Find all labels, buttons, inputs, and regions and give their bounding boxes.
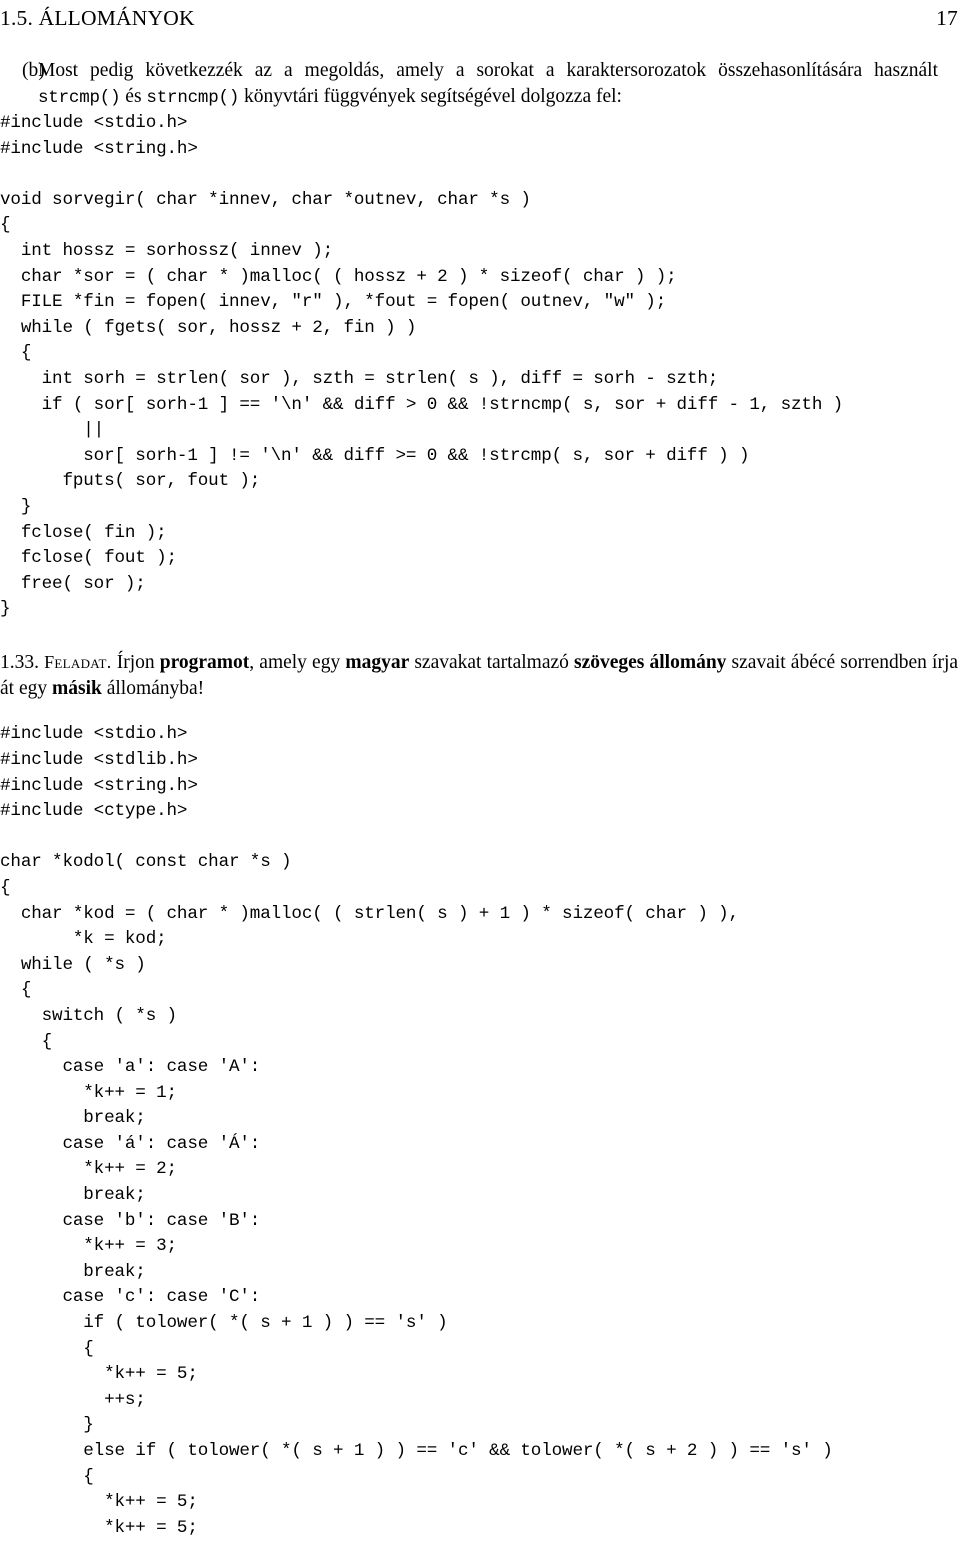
item-b-mono-strcmp: strcmp() [38,88,121,108]
document-page: 1.5. ÁLLOMÁNYOK 17 (b) Most pedig követk… [0,0,960,1542]
item-b-text-part1: Most pedig következzék az a megoldás, am… [38,60,938,81]
exercise-bold-programot: programot [159,651,250,673]
exercise-bold-magyar: magyar [345,651,410,673]
code-listing-kodol: #include <stdio.h> #include <stdlib.h> #… [0,724,833,1538]
running-head-title: 1.5. ÁLLOMÁNYOK [0,6,195,30]
item-b-mono-strncmp: strncmp() [146,88,240,108]
item-b-text-part3: könyvtári függvények segítségével dolgoz… [239,86,622,107]
page-number: 17 [936,6,958,30]
exercise-seg5: állományba! [101,678,205,700]
enumerated-item-b: (b) Most pedig következzék az a megoldás… [0,58,960,111]
exercise-1-33: 1.33. Feladat. Írjon programot, amely eg… [0,649,958,703]
item-b-text-part2: és [120,86,147,107]
enum-label-b: (b) [22,60,45,81]
exercise-bold-masik: másik [51,678,102,700]
exercise-seg3: szavakat tartalmazó [409,651,574,673]
exercise-seg1: Írjon [116,651,160,673]
enum-body-b: Most pedig következzék az a megoldás, am… [38,58,940,111]
exercise-seg2: , amely egy [249,651,346,673]
exercise-number: 1.33. [0,651,39,673]
code-listing-sorvegir: #include <stdio.h> #include <string.h> v… [0,113,844,620]
running-head: 1.5. ÁLLOMÁNYOK 17 [0,6,960,36]
exercise-bold-szoveges-allomany: szöveges állomány [574,651,727,673]
exercise-keyword: Feladat. [44,651,112,672]
page-content: (b) Most pedig következzék az a megoldás… [0,58,960,1541]
